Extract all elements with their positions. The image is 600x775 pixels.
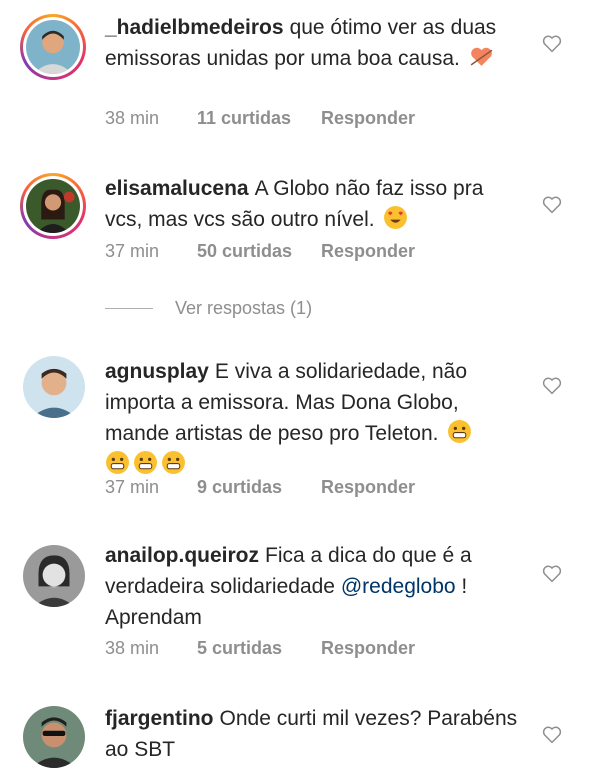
heart-outline-icon[interactable] [541,563,563,585]
heart-outline-icon[interactable] [541,33,563,55]
comment-likes[interactable]: 50 curtidas [197,241,321,262]
avatar[interactable] [23,356,85,418]
heart-outline-icon[interactable] [541,194,563,216]
comment-meta: 38 min 11 curtidas Responder [105,108,415,129]
heart-arrow-emoji [470,47,493,66]
comment-username[interactable]: elisamalucena [105,177,249,200]
reply-button[interactable]: Responder [321,108,415,129]
avatar[interactable] [20,173,86,239]
reply-button[interactable]: Responder [321,477,415,498]
comment-meta: 38 min 5 curtidas Responder [105,638,415,659]
heart-outline-icon[interactable] [541,724,563,746]
comment-meta: 37 min 9 curtidas Responder [105,477,415,498]
comment-text: anailop.queiroz Fica a dica do que é a ve… [105,540,525,633]
comment-likes[interactable]: 11 curtidas [197,108,321,129]
comment-time: 38 min [105,638,160,658]
comment-text: fjargentino Onde curti mil vezes? Parabén… [105,703,525,765]
grin-emoji [134,451,157,474]
comment-time: 37 min [105,477,160,497]
heart-eyes-emoji [384,206,408,229]
grin-emoji [162,451,185,474]
reply-button[interactable]: Responder [321,241,415,262]
grin-emoji [448,420,472,443]
comment-username[interactable]: _hadielbmedeiros [105,16,284,39]
comment-likes[interactable]: 9 curtidas [197,477,321,498]
comment-meta: 37 min 50 curtidas Responder [105,241,415,262]
mention-link[interactable]: @redeglobo [341,575,456,598]
comment-username[interactable]: anailop.queiroz [105,544,259,567]
grin-emoji [106,451,129,474]
avatar[interactable] [23,545,85,607]
heart-outline-icon[interactable] [541,375,563,397]
comment-text: _hadielbmedeiros que ótimo ver as duas em… [105,12,525,74]
replies-divider [105,308,153,309]
reply-button[interactable]: Responder [321,638,415,659]
comment-time: 37 min [105,241,160,261]
avatar[interactable] [20,14,86,80]
comment-username[interactable]: agnusplay [105,360,209,383]
comment-likes[interactable]: 5 curtidas [197,638,321,659]
avatar[interactable] [23,706,85,768]
comment-username[interactable]: fjargentino [105,707,214,730]
comment-time: 38 min [105,108,160,128]
comment-text: elisamalucena A Globo não faz isso pra vc… [105,173,525,235]
comment-text: agnusplay E viva a solidariedade, não imp… [105,356,525,480]
view-replies-label: Ver respostas (1) [175,298,313,318]
view-replies-link[interactable]: Ver respostas (1) [105,298,312,319]
